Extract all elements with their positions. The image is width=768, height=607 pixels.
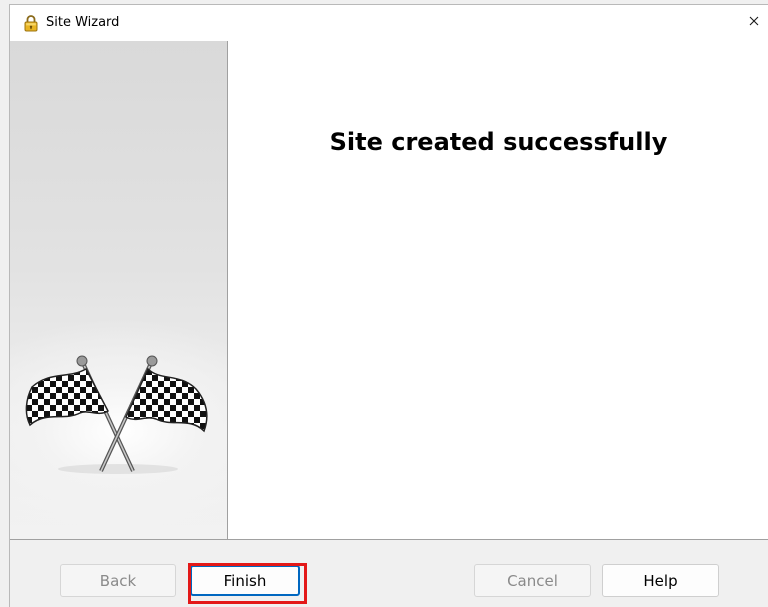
close-button[interactable] [739,5,768,41]
success-heading: Site created successfully [329,128,668,156]
wizard-content: Site created successfully [10,41,768,540]
site-wizard-window: Site Wizard Site created successfully Ba… [9,4,768,607]
button-bar: Back Finish Cancel Help [10,540,768,607]
window-title: Site Wizard [46,15,120,30]
title-bar: Site Wizard [10,5,768,41]
close-icon [749,16,759,26]
back-button[interactable]: Back [60,564,176,597]
panel-divider [227,41,228,539]
help-button[interactable]: Help [602,564,719,597]
checkered-flags-icon [25,355,208,474]
wizard-side-panel [10,41,227,539]
finish-button[interactable]: Finish [190,565,300,596]
cancel-button[interactable]: Cancel [474,564,591,597]
padlock-icon [24,15,38,32]
